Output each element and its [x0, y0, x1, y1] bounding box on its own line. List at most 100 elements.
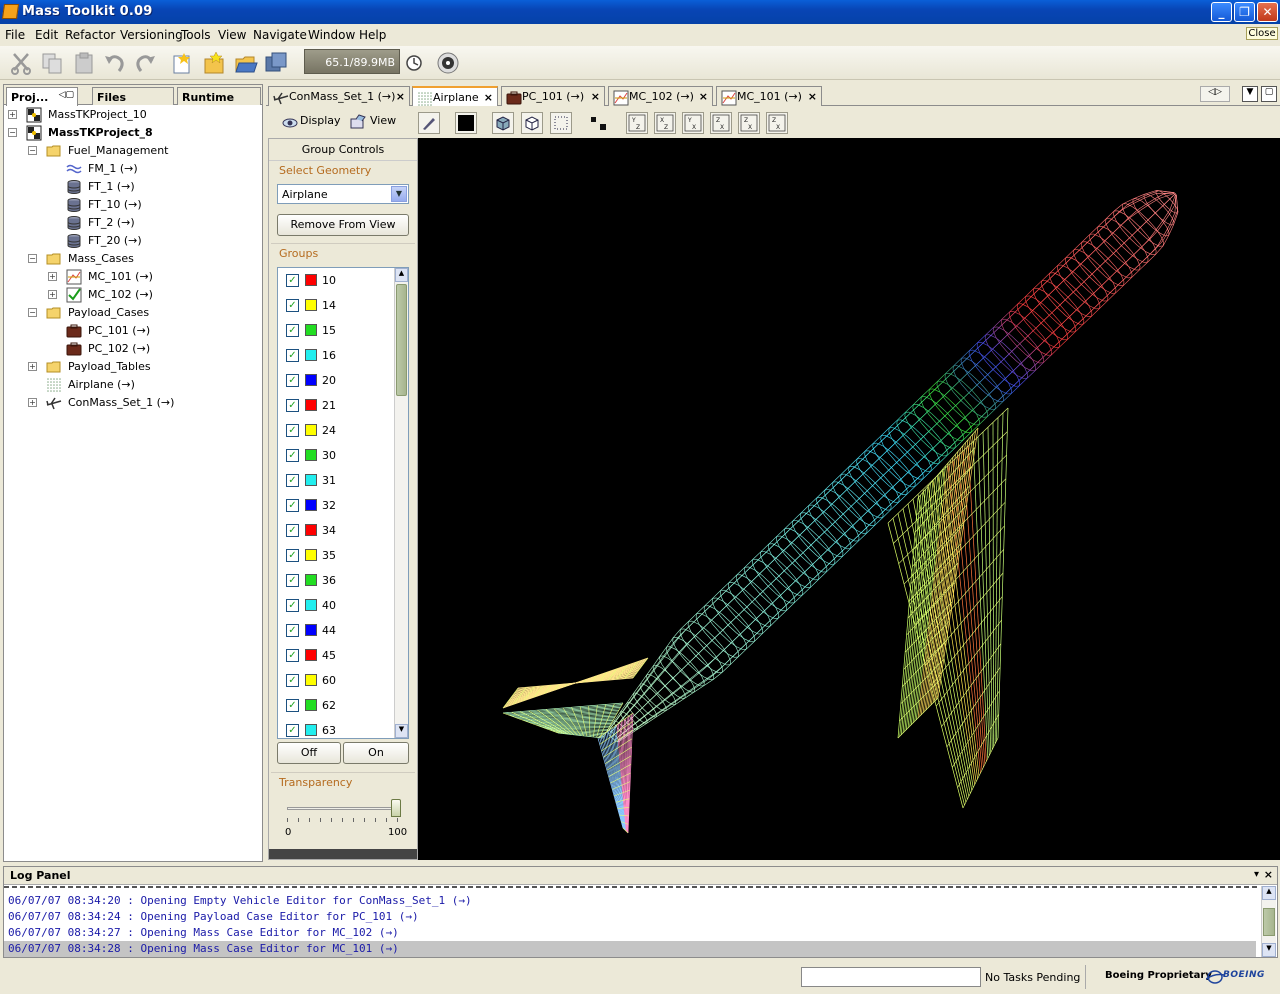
tree-node[interactable]: Airplane (→) [4, 376, 260, 394]
memory-indicator[interactable]: 65.1/89.9MB [304, 49, 400, 74]
geometry-select[interactable]: Airplane ▼ [277, 184, 409, 204]
group-color-swatch[interactable] [305, 449, 317, 461]
scroll-up-arrow[interactable]: ▲ [395, 268, 408, 282]
close-tab-icon[interactable]: × [808, 90, 817, 103]
new-file-icon[interactable] [170, 51, 194, 75]
axis-view-button[interactable]: YZ [626, 112, 648, 134]
chevron-down-icon[interactable]: ▼ [391, 186, 407, 202]
group-checkbox[interactable]: ✓ [286, 524, 299, 537]
pick-tool-button[interactable] [418, 112, 440, 134]
tab-scroll-buttons[interactable]: ◁▷ [1200, 86, 1230, 102]
tree-node[interactable]: − Fuel_Management [4, 142, 260, 160]
group-checkbox[interactable]: ✓ [286, 649, 299, 662]
editor-tab[interactable]: PC_101 (→) × [501, 86, 605, 106]
group-checkbox[interactable]: ✓ [286, 299, 299, 312]
slider-thumb[interactable] [391, 799, 401, 817]
tree-node[interactable]: FT_20 (→) [4, 232, 260, 250]
tab-projects[interactable]: Proj... ◁▢ [6, 87, 78, 106]
menu-tools[interactable]: Tools [181, 28, 211, 42]
axis-view-button[interactable]: ZX [766, 112, 788, 134]
collapse-icon[interactable]: − [28, 146, 37, 155]
group-row[interactable]: ✓ 20 [278, 368, 396, 393]
group-checkbox[interactable]: ✓ [286, 399, 299, 412]
log-scrollbar[interactable]: ▲ ▼ [1261, 886, 1276, 957]
group-checkbox[interactable]: ✓ [286, 674, 299, 687]
tree-node[interactable]: FT_2 (→) [4, 214, 260, 232]
collapse-icon[interactable]: − [8, 128, 17, 137]
group-checkbox[interactable]: ✓ [286, 624, 299, 637]
group-checkbox[interactable]: ✓ [286, 449, 299, 462]
editor-tab[interactable]: ConMass_Set_1 (→) × [268, 86, 410, 106]
log-scroll-down[interactable]: ▼ [1262, 943, 1276, 957]
maximize-editor-button[interactable]: ▢ [1261, 86, 1277, 102]
group-checkbox[interactable]: ✓ [286, 724, 299, 737]
group-checkbox[interactable]: ✓ [286, 274, 299, 287]
group-color-swatch[interactable] [305, 624, 317, 636]
group-row[interactable]: ✓ 36 [278, 568, 396, 593]
group-row[interactable]: ✓ 35 [278, 543, 396, 568]
log-scroll-thumb[interactable] [1263, 908, 1275, 936]
tree-node[interactable]: − Mass_Cases [4, 250, 260, 268]
expand-icon[interactable]: + [48, 272, 57, 281]
group-row[interactable]: ✓ 31 [278, 468, 396, 493]
fit-view-button[interactable] [588, 112, 610, 134]
tree-node[interactable]: + MassTKProject_10 [4, 106, 260, 124]
group-row[interactable]: ✓ 24 [278, 418, 396, 443]
log-scroll-up[interactable]: ▲ [1262, 886, 1276, 900]
collapse-icon[interactable]: − [28, 254, 37, 263]
tab-runtime[interactable]: Runtime [177, 87, 261, 105]
group-row[interactable]: ✓ 10 [278, 268, 396, 293]
group-checkbox[interactable]: ✓ [286, 549, 299, 562]
axis-view-button[interactable]: XZ [654, 112, 676, 134]
group-checkbox[interactable]: ✓ [286, 474, 299, 487]
expand-icon[interactable]: + [28, 362, 37, 371]
group-row[interactable]: ✓ 63 [278, 718, 396, 738]
group-color-swatch[interactable] [305, 349, 317, 361]
transparency-slider[interactable] [283, 799, 403, 825]
group-checkbox[interactable]: ✓ [286, 324, 299, 337]
axis-view-button[interactable]: YX [682, 112, 704, 134]
solid-cube-button[interactable] [492, 112, 514, 134]
group-color-swatch[interactable] [305, 524, 317, 536]
paste-icon[interactable] [72, 51, 96, 75]
tree-node[interactable]: + Payload_Tables [4, 358, 260, 376]
garbage-collect-icon[interactable] [404, 53, 424, 73]
menu-refactor[interactable]: Refactor [65, 28, 115, 42]
group-row[interactable]: ✓ 60 [278, 668, 396, 693]
tree-node[interactable]: PC_102 (→) [4, 340, 260, 358]
tree-node[interactable]: FT_1 (→) [4, 178, 260, 196]
open-project-icon[interactable] [234, 51, 258, 75]
group-color-swatch[interactable] [305, 649, 317, 661]
group-row[interactable]: ✓ 32 [278, 493, 396, 518]
groups-scrollbar[interactable]: ▲ ▼ [394, 268, 408, 738]
wire-cube-button[interactable] [521, 112, 543, 134]
menu-view[interactable]: View [218, 28, 246, 42]
editor-tab[interactable]: MC_102 (→) × [608, 86, 713, 106]
group-checkbox[interactable]: ✓ [286, 424, 299, 437]
editor-tab[interactable]: MC_101 (→) × [716, 86, 822, 106]
group-checkbox[interactable]: ✓ [286, 499, 299, 512]
expand-icon[interactable]: + [48, 290, 57, 299]
background-color-button[interactable] [455, 112, 477, 134]
group-color-swatch[interactable] [305, 724, 317, 736]
axis-view-button[interactable]: ZX [710, 112, 732, 134]
group-color-swatch[interactable] [305, 674, 317, 686]
profiler-icon[interactable] [436, 51, 460, 75]
axis-view-button[interactable]: ZX [738, 112, 760, 134]
group-color-swatch[interactable] [305, 374, 317, 386]
tree-node[interactable]: + ConMass_Set_1 (→) [4, 394, 260, 412]
tree-node[interactable]: FM_1 (→) [4, 160, 260, 178]
menu-window[interactable]: Window [308, 28, 355, 42]
tree-node[interactable]: − Payload_Cases [4, 304, 260, 322]
group-color-swatch[interactable] [305, 499, 317, 511]
group-color-swatch[interactable] [305, 399, 317, 411]
tab-list-button[interactable]: ▼ [1242, 86, 1258, 102]
group-color-swatch[interactable] [305, 474, 317, 486]
point-cloud-button[interactable] [550, 112, 572, 134]
close-tab-icon[interactable]: × [591, 90, 600, 103]
group-color-swatch[interactable] [305, 574, 317, 586]
groups-off-button[interactable]: Off [277, 742, 341, 764]
menu-edit[interactable]: Edit [35, 28, 58, 42]
group-checkbox[interactable]: ✓ [286, 374, 299, 387]
group-checkbox[interactable]: ✓ [286, 574, 299, 587]
